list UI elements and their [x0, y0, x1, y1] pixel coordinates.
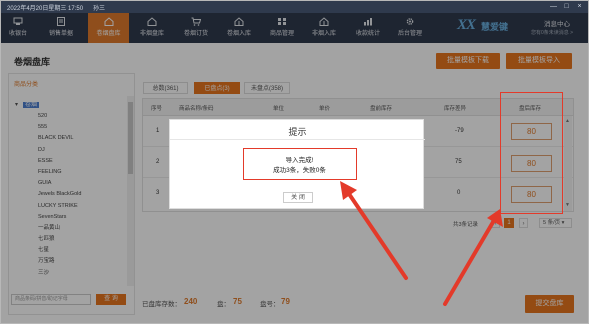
annotation-arrowhead-message: [340, 181, 357, 200]
annotation-arrow-to-message: [343, 186, 408, 280]
annotation-arrowhead-column: [487, 209, 503, 227]
annotation-arrow-to-column: [443, 215, 498, 306]
app-window: 2022年4月20日星期三 17:50 孙三 — □ × 收银台 销售单据 卷烟…: [0, 0, 589, 324]
annotation-arrows: [340, 181, 503, 306]
